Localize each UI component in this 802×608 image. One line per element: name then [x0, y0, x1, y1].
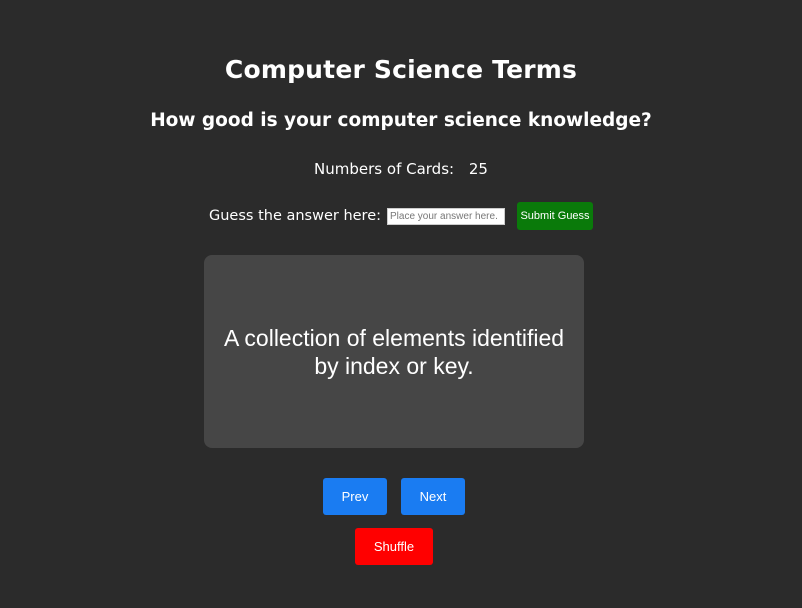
card-count: Numbers of Cards: 25: [0, 160, 802, 178]
page-subtitle: How good is your computer science knowle…: [150, 110, 652, 131]
flashcard[interactable]: A collection of elements identified by i…: [204, 255, 584, 448]
shuffle-button[interactable]: Shuffle: [355, 528, 433, 565]
guess-form: Guess the answer here: Submit Guess: [209, 202, 594, 230]
flashcard-text: A collection of elements identified by i…: [223, 324, 565, 379]
page-title: Computer Science Terms: [224, 55, 578, 84]
guess-label: Guess the answer here:: [209, 208, 382, 224]
prev-button[interactable]: Prev: [323, 478, 387, 515]
next-button[interactable]: Next: [401, 478, 465, 515]
submit-guess-button[interactable]: Submit Guess: [517, 202, 594, 230]
guess-input[interactable]: [387, 207, 506, 225]
card-count-label: Numbers of Cards:: [314, 160, 455, 178]
card-count-value: 25: [468, 160, 488, 178]
